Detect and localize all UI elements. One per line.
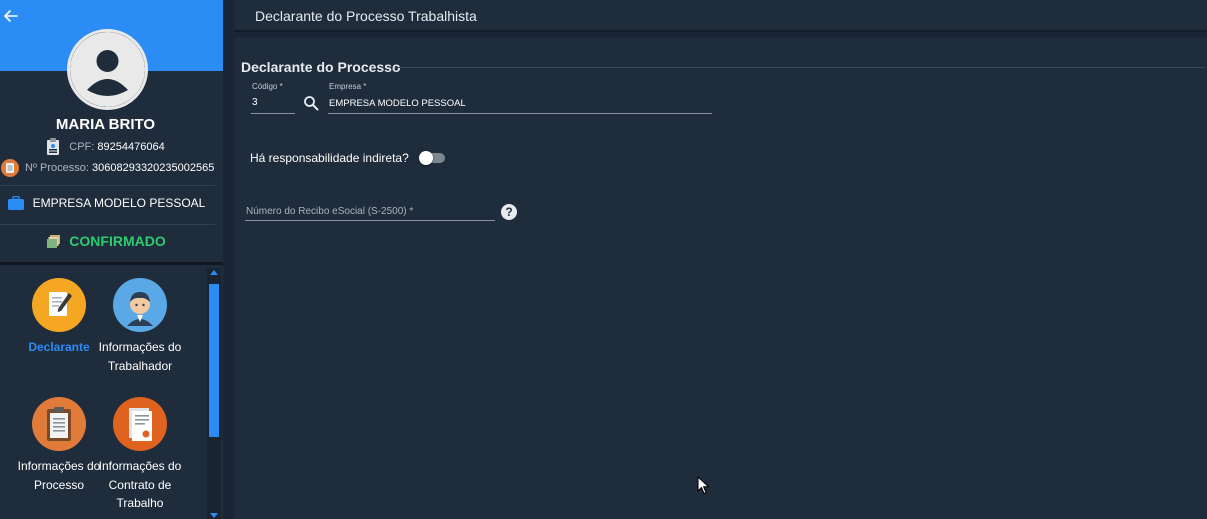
user-name: MARIA BRITO: [55, 116, 156, 133]
empresa-underline: [328, 113, 712, 114]
menu-item-processo[interactable]: Informações do Processo: [13, 397, 105, 494]
section-title: Declarante do Processo: [241, 59, 401, 75]
main-header: Declarante do Processo Trabalhista: [235, 0, 1207, 32]
document-edit-icon: [32, 278, 86, 332]
process-document-icon: [1, 159, 19, 177]
contract-icon: [113, 397, 167, 451]
menu-item-label: Informações do Processo: [17, 459, 101, 492]
menu-item-label: Informações do Contrato de Trabalho: [98, 459, 182, 510]
menu-item-label: Declarante: [28, 340, 90, 354]
form-panel: Declarante do Processo Código * 3 Empres…: [235, 38, 1207, 519]
back-button[interactable]: [2, 6, 20, 26]
status-row: CONFIRMADO: [0, 233, 223, 249]
scroll-down-arrow-icon[interactable]: [210, 513, 218, 518]
briefcase-icon: [7, 196, 24, 210]
status-badge: CONFIRMADO: [69, 233, 166, 249]
menu-item-declarante[interactable]: Declarante: [13, 278, 105, 357]
empresa-row: EMPRESA MODELO PESSOAL: [0, 196, 223, 210]
help-icon[interactable]: ?: [501, 204, 517, 220]
cpf-row: CPF: 89254476064: [0, 138, 211, 156]
clipboard-icon: [32, 397, 86, 451]
mouse-cursor-icon: [697, 476, 710, 495]
avatar: [67, 29, 148, 110]
codigo-underline: [251, 113, 295, 114]
scroll-up-arrow-icon[interactable]: [210, 270, 218, 275]
toggle-knob: [419, 151, 433, 165]
codigo-input[interactable]: 3: [252, 97, 258, 108]
empresa-label: Empresa *: [329, 82, 367, 91]
processo-label: Nº Processo:: [25, 162, 89, 174]
menu-item-label: Informações do Trabalhador: [98, 340, 182, 373]
cpf-value: 89254476064: [97, 141, 165, 153]
sidebar-divider: [0, 224, 215, 225]
arrow-left-icon: [4, 10, 18, 22]
processo-row: Nº Processo: 30608293320235002565: [0, 159, 223, 177]
section-divider: [395, 67, 1205, 68]
user-avatar-icon: [70, 32, 145, 107]
menu-item-trabalhador[interactable]: Informações do Trabalhador: [94, 278, 186, 375]
worker-icon: [113, 278, 167, 332]
app-root: MARIA BRITO CPF: 89254476064 Nº Processo…: [0, 0, 1207, 519]
search-button[interactable]: [303, 95, 319, 111]
sidebar-divider: [0, 185, 215, 186]
empresa-input[interactable]: EMPRESA MODELO PESSOAL: [329, 98, 466, 109]
responsabilidade-label: Há responsabilidade indireta?: [250, 151, 409, 165]
sidebar-scrollbar[interactable]: [207, 268, 221, 519]
recibo-underline: [245, 220, 495, 221]
responsabilidade-toggle[interactable]: [419, 151, 447, 165]
status-stack-icon: [47, 234, 61, 248]
recibo-input[interactable]: Número do Recibo eSocial (S-2500) *: [246, 206, 413, 217]
cpf-label: CPF:: [69, 141, 95, 153]
empresa-name: EMPRESA MODELO PESSOAL: [32, 196, 206, 210]
scrollbar-thumb[interactable]: [209, 284, 219, 437]
menu-item-contrato[interactable]: Informações do Contrato de Trabalho: [94, 397, 186, 513]
processo-value: 30608293320235002565: [92, 162, 215, 174]
sidebar-menu: Declarante Informações do Trabalhador In…: [0, 262, 223, 519]
sidebar: MARIA BRITO CPF: 89254476064 Nº Processo…: [0, 0, 223, 519]
id-badge-icon: [47, 138, 60, 155]
page-title: Declarante do Processo Trabalhista: [255, 8, 477, 24]
codigo-label: Código *: [252, 82, 283, 91]
search-icon: [304, 96, 319, 111]
